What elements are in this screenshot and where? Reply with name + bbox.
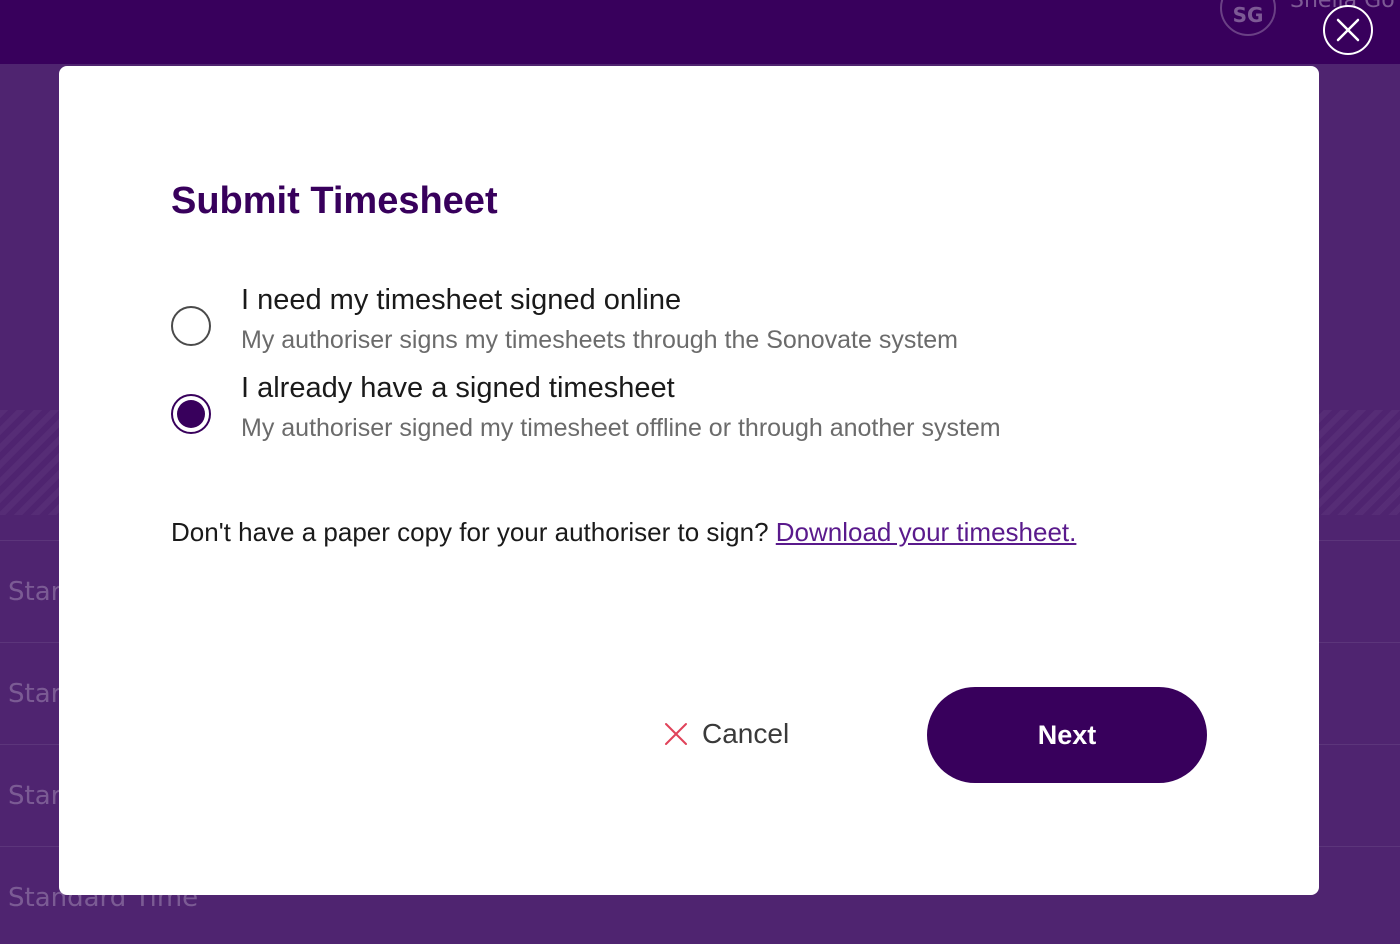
download-timesheet-link[interactable]: Download your timesheet. (776, 517, 1077, 547)
background-header: SG Sheila Go (0, 0, 1400, 64)
paper-copy-text: Don't have a paper copy for your authori… (171, 517, 769, 547)
close-icon (1336, 18, 1360, 42)
option-label: I already have a signed timesheet (241, 372, 675, 404)
close-modal-button[interactable] (1323, 5, 1373, 55)
cancel-x-icon (665, 723, 687, 745)
option-sign-online[interactable]: I need my timesheet signed online My aut… (169, 284, 1169, 376)
cancel-button[interactable]: Cancel (664, 711, 789, 757)
paper-copy-prompt: Don't have a paper copy for your authori… (171, 517, 1076, 548)
cancel-label: Cancel (702, 718, 790, 749)
next-button[interactable]: Next (927, 687, 1207, 783)
radio-already-signed[interactable] (171, 394, 211, 434)
radio-sign-online[interactable] (171, 306, 211, 346)
modal-title: Submit Timesheet (171, 180, 498, 222)
background-row-label: Star (8, 577, 62, 607)
background-row-label: Star (8, 679, 62, 709)
user-avatar: SG (1220, 0, 1276, 36)
option-description: My authoriser signs my timesheets throug… (241, 326, 958, 354)
option-description: My authoriser signed my timesheet offlin… (241, 414, 1001, 442)
option-label: I need my timesheet signed online (241, 284, 682, 316)
submit-timesheet-modal: Submit Timesheet I need my timesheet sig… (59, 66, 1319, 895)
background-row-label: Star (8, 781, 62, 811)
option-already-signed[interactable]: I already have a signed timesheet My aut… (169, 372, 1169, 464)
